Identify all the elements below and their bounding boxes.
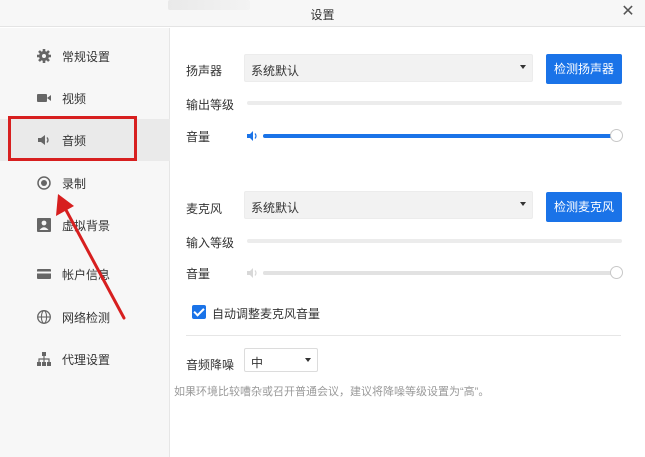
output-level-label: 输出等级 (186, 98, 235, 112)
video-camera-icon (37, 94, 51, 102)
window-title: 设置 (310, 8, 335, 22)
speaker-icon (38, 135, 49, 145)
sidebar-item-label: 虚拟背景 (62, 219, 111, 233)
speaker-select[interactable]: 系统默认 (244, 54, 533, 82)
auto-adjust-label: 自动调整麦克风音量 (212, 307, 321, 321)
sidebar-item-label: 帐户信息 (62, 268, 111, 282)
chevron-down-icon (520, 202, 526, 206)
sidebar-item-label: 录制 (62, 177, 87, 191)
sidebar-item-video[interactable]: 视频 (0, 77, 170, 119)
speaker-select-value: 系统默认 (251, 64, 300, 78)
test-speaker-button[interactable]: 检测扬声器 (546, 54, 622, 84)
sidebar-item-network[interactable]: 网络检测 (0, 296, 170, 338)
speaker-volume-thumb[interactable] (610, 129, 623, 142)
record-icon (37, 176, 51, 190)
chevron-down-icon (520, 65, 526, 69)
auto-adjust-checkbox[interactable] (192, 305, 206, 319)
input-level-label: 输入等级 (186, 236, 235, 250)
audio-settings-panel: 扬声器 系统默认 检测扬声器 输出等级 音量 麦克风 系统默认 检测麦克风 输入… (171, 28, 645, 457)
microphone-volume-fill (263, 271, 617, 275)
input-level-meter (247, 239, 622, 243)
microphone-select-value: 系统默认 (251, 201, 300, 215)
microphone-volume-slider[interactable] (263, 266, 623, 279)
sidebar-item-label: 代理设置 (62, 353, 111, 367)
noise-reduction-hint: 如果环境比较嘈杂或召开普通会议，建议将降噪等级设置为“高”。 (174, 386, 490, 398)
sidebar-item-account[interactable]: 帐户信息 (0, 253, 170, 295)
microphone-label: 麦克风 (186, 202, 223, 216)
microphone-volume-thumb[interactable] (610, 266, 623, 279)
chevron-down-icon (305, 358, 311, 362)
volume-icon (247, 268, 257, 278)
sidebar: 常规设置 视频 音频 录制 虚拟背景 帐户信息 网络检测 代理设置 (0, 28, 170, 457)
sidebar-item-label: 音频 (62, 134, 87, 148)
globe-icon (37, 310, 51, 324)
noise-reduction-value: 中 (251, 356, 264, 370)
portrait-icon (37, 218, 51, 232)
output-level-meter (247, 101, 622, 105)
sidebar-item-general[interactable]: 常规设置 (0, 35, 170, 77)
card-icon (37, 269, 51, 279)
sidebar-item-label: 视频 (62, 92, 87, 106)
close-icon[interactable]: ✕ (619, 3, 637, 21)
microphone-volume-label: 音量 (186, 267, 211, 281)
sidebar-item-record[interactable]: 录制 (0, 162, 170, 204)
speaker-label: 扬声器 (186, 64, 223, 78)
divider (186, 335, 621, 336)
gear-icon (37, 49, 51, 63)
speaker-volume-fill (263, 134, 617, 138)
sidebar-item-label: 常规设置 (62, 50, 111, 64)
sidebar-item-virtual-background[interactable]: 虚拟背景 (0, 204, 170, 246)
sidebar-item-proxy[interactable]: 代理设置 (0, 338, 170, 380)
noise-reduction-select[interactable]: 中 (244, 348, 318, 372)
sidebar-item-label: 网络检测 (62, 311, 111, 325)
sidebar-item-audio[interactable]: 音频 (0, 119, 170, 161)
network-tree-icon (37, 352, 51, 366)
test-microphone-button[interactable]: 检测麦克风 (546, 192, 622, 222)
title-bar: 设置 ✕ (0, 0, 645, 27)
volume-icon (247, 131, 257, 141)
noise-reduction-label: 音频降噪 (186, 358, 235, 372)
speaker-volume-slider[interactable] (263, 129, 623, 142)
microphone-select[interactable]: 系统默认 (244, 191, 533, 219)
speaker-volume-label: 音量 (186, 130, 211, 144)
